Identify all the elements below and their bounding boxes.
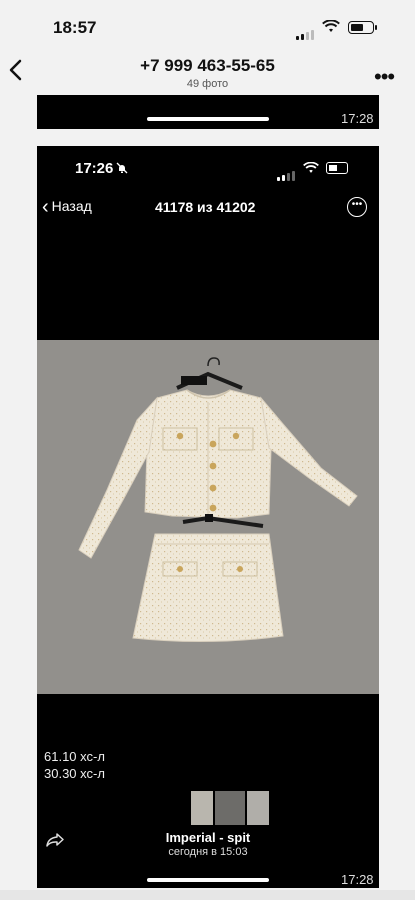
album-date: сегодня в 15:03 <box>168 846 248 858</box>
album-thumbnail[interactable] <box>191 791 213 825</box>
caption-line-1: 61.10 хс-л <box>44 749 105 764</box>
status-bar: 18:57 <box>0 0 415 54</box>
more-icon[interactable]: ••• <box>374 64 395 90</box>
caption-line-2: 30.30 хс-л <box>44 766 105 781</box>
inner-back-label: Назад <box>51 198 92 214</box>
contact-title[interactable]: +7 999 463-55-65 <box>0 56 415 76</box>
previous-photo-card[interactable]: 17:28 <box>37 95 379 129</box>
home-indicator <box>147 117 269 121</box>
inner-chevron-icon: ‹ <box>42 196 49 218</box>
inner-more-icon[interactable]: ••• <box>347 197 367 217</box>
album-name: Imperial - spit <box>165 830 251 845</box>
inner-signal-icon <box>277 163 297 181</box>
bottom-home-indicator <box>147 878 269 882</box>
inner-wifi-icon <box>303 161 319 179</box>
status-time: 18:57 <box>53 18 97 37</box>
product-photo[interactable] <box>37 340 379 694</box>
battery-icon <box>348 21 377 34</box>
bell-muted-icon <box>116 162 128 177</box>
photo-card[interactable]: 17:26 ‹ Назад 41178 из 41202 ••• 61.10 х… <box>37 146 379 888</box>
inner-status-time: 17:26 <box>75 160 114 177</box>
album-thumbnail[interactable] <box>247 791 269 825</box>
photo-timestamp: 17:28 <box>341 111 374 126</box>
signal-icon <box>296 22 316 40</box>
photo-count: 49 фото <box>186 78 229 90</box>
inner-photo-counter: 41178 из 41202 <box>155 199 256 215</box>
album-thumbnail[interactable] <box>215 791 245 825</box>
card-timestamp: 17:28 <box>341 872 374 887</box>
bottom-strip <box>0 890 415 900</box>
inner-back-button[interactable]: ‹ Назад <box>42 196 92 219</box>
wifi-icon <box>322 19 340 38</box>
inner-battery-icon <box>326 162 348 174</box>
